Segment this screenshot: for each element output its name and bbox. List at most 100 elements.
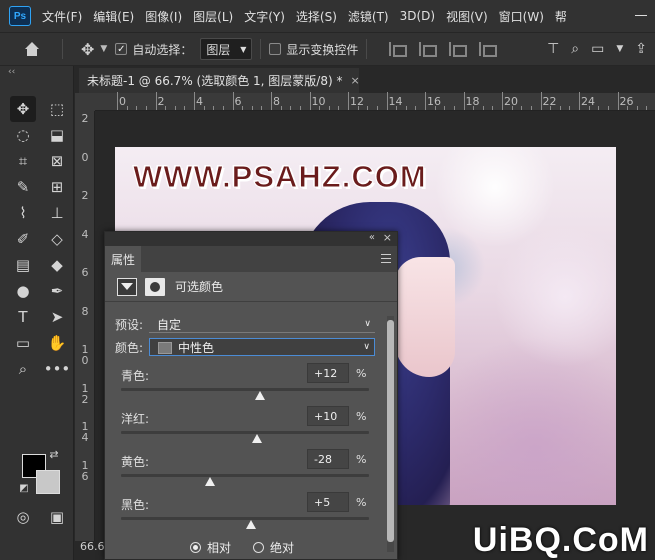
dodge-tool-icon[interactable]: ● — [10, 278, 36, 304]
panel-scrollbar-thumb[interactable] — [387, 320, 394, 542]
ruler-tick — [511, 106, 513, 110]
screen-mode-icon[interactable]: ▣ — [44, 504, 70, 530]
background-color-swatch[interactable] — [36, 470, 60, 494]
ruler-tick — [242, 106, 244, 110]
ruler-tick — [299, 106, 301, 110]
move-tool-icon[interactable]: ✥ — [81, 40, 94, 59]
cyan-value-input[interactable]: +12 — [307, 363, 349, 383]
yellow-slider-thumb[interactable] — [205, 477, 216, 486]
minimize-icon[interactable] — [635, 7, 647, 16]
workspace-icon[interactable]: ▭ — [591, 41, 604, 57]
object-select-tool-icon[interactable]: ⬓ — [44, 122, 70, 148]
quick-mask-icon[interactable]: ◎ — [10, 504, 36, 530]
move-tool-icon[interactable]: ✥ — [10, 96, 36, 122]
collapse-toolbar-icon[interactable]: ‹‹ — [0, 66, 73, 78]
align-right-icon[interactable] — [449, 42, 468, 57]
collapse-panel-icon[interactable]: « — [369, 232, 375, 243]
menu-layer[interactable]: 图层(L) — [193, 8, 233, 25]
adjustment-header: 可选颜色 — [105, 272, 397, 302]
magenta-value-input[interactable]: +10 — [307, 406, 349, 426]
eyedropper-tool-icon[interactable]: ✎ — [10, 174, 36, 200]
preset-dropdown[interactable]: 自定 ∨ — [149, 316, 375, 333]
frame-tool-icon[interactable]: ⊠ — [44, 148, 70, 174]
brush-tool-icon[interactable]: ⌇ — [10, 200, 36, 226]
layer-mask-icon[interactable] — [145, 277, 165, 296]
marquee-tool-icon[interactable]: ⬚ — [44, 96, 70, 122]
menu-view[interactable]: 视图(V) — [446, 8, 488, 25]
black-slider-track[interactable] — [121, 517, 369, 520]
menu-filter[interactable]: 滤镜(T) — [348, 8, 389, 25]
document-tab[interactable]: 未标题-1 @ 66.7% (选取颜色 1, 图层蒙版/8) * × — [79, 68, 360, 93]
panel-titlebar[interactable]: « × — [105, 231, 397, 246]
hand-tool-icon[interactable]: ✋ — [44, 330, 70, 356]
ruler-left-label: 2 — [81, 189, 89, 202]
more-tools-icon[interactable]: ••• — [44, 356, 71, 382]
colors-dropdown[interactable]: 中性色 ∨ — [149, 338, 375, 356]
search-icon[interactable]: ⌕ — [571, 41, 579, 57]
share-icon[interactable]: ⇪ — [635, 41, 647, 57]
cyan-slider-thumb[interactable] — [254, 391, 265, 400]
magenta-slider-thumb[interactable] — [252, 434, 263, 443]
ruler-tick — [251, 106, 253, 110]
ruler-tick — [415, 106, 417, 110]
align-more-icon[interactable]: ⊤ — [547, 41, 559, 57]
menu-file[interactable]: 文件(F) — [42, 8, 82, 25]
rectangle-tool-icon[interactable]: ▭ — [10, 330, 36, 356]
ruler-tick — [444, 106, 446, 110]
ruler-tick — [607, 106, 609, 110]
auto-select-checkbox[interactable]: ✓ — [115, 43, 128, 55]
ruler-left-label: 0 — [81, 150, 89, 164]
selective-color-adjustment-icon[interactable] — [117, 277, 137, 296]
yellow-value-input[interactable]: -28 — [307, 449, 349, 469]
ruler-tick — [367, 106, 369, 110]
blur-tool-icon[interactable]: ◆ — [44, 252, 70, 278]
zoom-tool-icon[interactable]: ⌕ — [10, 356, 36, 382]
relative-radio[interactable] — [190, 542, 201, 553]
chevron-down-icon[interactable]: ▼ — [100, 44, 107, 54]
tab-properties[interactable]: 属性 — [105, 246, 141, 272]
align-top-icon[interactable] — [479, 42, 498, 57]
default-colors-icon[interactable]: ◩ — [16, 480, 32, 496]
stamp-tool-icon[interactable]: ⊥ — [44, 200, 70, 226]
pen-tool-icon[interactable]: ✒ — [44, 278, 70, 304]
close-icon[interactable]: × — [350, 74, 359, 87]
align-left-icon[interactable] — [389, 42, 408, 57]
magenta-slider-track[interactable] — [121, 431, 369, 434]
menu-edit[interactable]: 编辑(E) — [93, 8, 134, 25]
absolute-radio[interactable] — [253, 542, 265, 553]
lasso-tool-icon[interactable]: ◌ — [10, 122, 36, 148]
ruler-tick — [328, 106, 330, 110]
menu-3d[interactable]: 3D(D) — [400, 9, 435, 23]
ruler-top-label: 2 — [157, 95, 165, 108]
zoom-level[interactable]: 66.6 — [80, 540, 105, 553]
history-brush-tool-icon[interactable]: ✐ — [10, 226, 36, 252]
method-radio-group: 相对 绝对 — [190, 539, 294, 556]
document-tab-bar: 未标题-1 @ 66.7% (选取颜色 1, 图层蒙版/8) * × — [75, 66, 655, 93]
align-center-icon[interactable] — [419, 42, 438, 57]
black-value-input[interactable]: +5 — [307, 492, 349, 512]
gradient-tool-icon[interactable]: ▤ — [10, 252, 36, 278]
vertical-ruler[interactable]: 2 0 2 4 6 8 1 0 1 2 1 4 1 6 — [75, 111, 95, 541]
panel-menu-icon[interactable] — [381, 254, 391, 263]
close-icon[interactable]: × — [383, 231, 392, 244]
menu-help[interactable]: 帮 — [555, 8, 567, 25]
swap-colors-icon[interactable]: ⇄ — [46, 446, 62, 462]
horizontal-ruler[interactable]: 0 2 4 6 8 10 12 14 16 18 20 22 24 26 — [95, 92, 655, 111]
crop-tool-icon[interactable]: ⌗ — [10, 148, 36, 174]
path-select-tool-icon[interactable]: ➤ — [44, 304, 70, 330]
menu-type[interactable]: 文字(Y) — [244, 8, 285, 25]
eraser-tool-icon[interactable]: ◇ — [44, 226, 70, 252]
type-tool-icon[interactable]: T — [10, 304, 36, 330]
layer-mode-select[interactable]: 图层 ▼ — [200, 38, 253, 60]
yellow-slider-track[interactable] — [121, 474, 369, 477]
show-transform-checkbox[interactable] — [269, 43, 282, 55]
menu-select[interactable]: 选择(S) — [296, 8, 337, 25]
black-slider-thumb[interactable] — [246, 520, 257, 529]
chevron-down-icon[interactable]: ▼ — [616, 44, 623, 54]
cyan-slider-track[interactable] — [121, 388, 369, 391]
photo-subject-face — [395, 257, 455, 377]
menu-window[interactable]: 窗口(W) — [499, 8, 544, 25]
menu-image[interactable]: 图像(I) — [145, 8, 182, 25]
spot-healing-tool-icon[interactable]: ⊞ — [44, 174, 70, 200]
home-icon[interactable] — [24, 42, 40, 56]
